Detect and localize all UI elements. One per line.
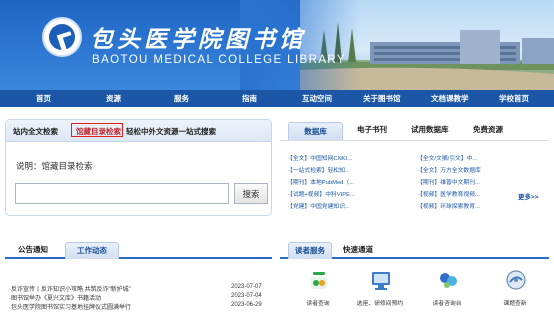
tab-trial-databases[interactable]: 试用数据库 (411, 124, 449, 135)
database-tabs: 数据库 电子书刊 试用数据库 免费资源 (280, 119, 549, 141)
nav-item-interactive[interactable]: 互动空间 (302, 90, 332, 107)
search-button[interactable]: 搜索 (234, 183, 268, 204)
notice-date: 2023-06-29 (231, 302, 262, 308)
tab-databases[interactable]: 数据库 (288, 122, 343, 140)
reader-query-icon (311, 272, 327, 289)
tab-databases-label: 数据库 (304, 127, 327, 136)
service-reader-query[interactable]: 读者查询 (288, 269, 348, 309)
tab-quick-access[interactable]: 快速通道 (343, 244, 373, 255)
notice-title: ·反诈宣传丨反诈知识小攻略 共筑反诈“新护城” (9, 287, 131, 293)
site-title: 包头医学院图书馆 (90, 26, 306, 53)
tab-site-fulltext[interactable]: 站内全文检索 (13, 126, 58, 137)
notice-row[interactable]: ·包头医学院图书馆实习基地挂牌仪式圆满举行 2023-06-29 (9, 302, 271, 312)
db-link[interactable]: ·【全文/文摘/引文】中... (418, 153, 477, 162)
nav-item-about[interactable]: 关于图书馆 (363, 90, 401, 107)
database-panel: 数据库 电子书刊 试用数据库 免费资源 ·【全文】中国知网CNKI... ·【一… (280, 119, 549, 219)
main-nav: 首页 资源 服务 指南 互动空间 关于图书馆 文档课教学 学校首页 (0, 90, 554, 107)
service-label: 读者查询 (306, 301, 330, 307)
notice-title: ·包头医学院图书馆实习基地挂牌仪式圆满举行 (9, 305, 131, 311)
search-input[interactable] (15, 183, 229, 204)
notice-title: ·图书馆举办《夏兴文库》书籍活动 (9, 296, 101, 302)
seat-booking-icon (372, 272, 390, 290)
db-link[interactable]: ·【全文】万方全文数据库 (418, 165, 481, 174)
search-tabs: 站内全文检索 馆藏目录检索 轻松中外文资源一站式搜索 (6, 120, 271, 142)
services-tabs: 读者服务 快速通道 (280, 239, 549, 259)
notice-panel: 公告通知 工作动态 ·反诈宣传丨反诈知识小攻略 共筑反诈“新护城” 2023-0… (5, 239, 272, 312)
tab-catalog-search[interactable]: 馆藏目录检索 (76, 126, 121, 137)
service-seat-booking[interactable]: 选座、研修间预约 (350, 269, 410, 309)
tab-work-news[interactable]: 工作动态 (65, 242, 119, 259)
nav-item-school-home[interactable]: 学校首页 (499, 90, 529, 107)
more-link[interactable]: 更多>> (518, 191, 539, 201)
tab-free-resources[interactable]: 免费资源 (473, 124, 503, 135)
novelty-search-icon (506, 270, 526, 290)
nav-item-resources[interactable]: 资源 (106, 90, 121, 107)
db-link[interactable]: ·【视频】环球探索教育... (418, 201, 480, 210)
db-link[interactable]: ·【党建】中国党建知识... (288, 201, 350, 210)
tab-announcements[interactable]: 公告通知 (18, 244, 48, 255)
db-link[interactable]: ·【全文】中国知网CNKI... (288, 153, 352, 162)
nav-item-teaching[interactable]: 文档课教学 (431, 90, 469, 107)
db-link[interactable]: ·【视频】医学教育视频... (418, 189, 480, 198)
tab-one-stop-search[interactable]: 轻松中外文资源一站式搜索 (126, 126, 216, 137)
site-subtitle: BAOTOU MEDICAL COLLEGE LIBRARY (92, 54, 346, 66)
service-label: 选座、研修间预约 (356, 301, 404, 307)
service-label: 读者咨询台 (432, 301, 462, 307)
notice-date: 2023-07-04 (231, 293, 262, 299)
search-description: 说明：馆藏目录检索 (16, 161, 93, 171)
consult-desk-icon (440, 273, 457, 288)
service-consult-desk[interactable]: 读者咨询台 (417, 269, 477, 309)
services-panel: 读者服务 快速通道 读者查询 选座、研修间预约 读者咨询台 课题查新 (280, 239, 549, 312)
notice-tabs: 公告通知 工作动态 (5, 239, 272, 259)
notice-date: 2023-07-07 (231, 284, 262, 290)
db-link[interactable]: ·【期刊】本地PubMed（... (288, 177, 354, 186)
tab-reader-services[interactable]: 读者服务 (288, 242, 332, 259)
header-banner: 包头医学院图书馆 BAOTOU MEDICAL COLLEGE LIBRARY (0, 0, 554, 90)
service-label: 课题查新 (503, 301, 527, 307)
nav-item-guide[interactable]: 指南 (242, 90, 257, 107)
db-link[interactable]: ·【期刊】维普中文期刊... (418, 177, 480, 186)
db-link[interactable]: ·【试题+视频】中科VIPE... (288, 189, 355, 198)
nav-item-home[interactable]: 首页 (36, 90, 51, 107)
library-logo (42, 17, 82, 57)
db-link[interactable]: ·【一站式检索】轻松知... (288, 165, 350, 174)
search-panel: 站内全文检索 馆藏目录检索 轻松中外文资源一站式搜索 说明：馆藏目录检索 搜索 (5, 119, 272, 216)
nav-item-services[interactable]: 服务 (174, 90, 189, 107)
tab-ebooks[interactable]: 电子书刊 (357, 124, 387, 135)
service-novelty-search[interactable]: 课题查新 (485, 269, 545, 309)
